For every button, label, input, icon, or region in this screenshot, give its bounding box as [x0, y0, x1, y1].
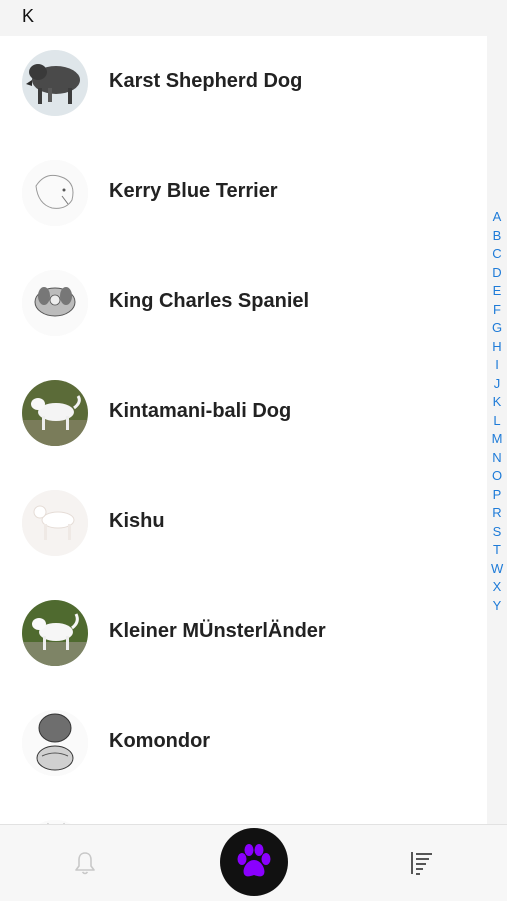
- index-letter[interactable]: S: [491, 523, 503, 541]
- index-letter[interactable]: L: [491, 412, 503, 430]
- breed-list-item[interactable]: King Charles Spaniel: [0, 261, 487, 371]
- paw-icon: [237, 844, 271, 877]
- index-letter[interactable]: Y: [491, 597, 503, 615]
- dog-sketch-icon: [22, 270, 88, 336]
- dog-sketch-icon: [22, 160, 88, 226]
- breed-list[interactable]: Karst Shepherd Dog Kerry Blue Terrier Ki…: [0, 36, 487, 824]
- bell-icon[interactable]: [74, 851, 96, 875]
- sort-icon[interactable]: [409, 850, 435, 876]
- breed-list-item[interactable]: Kerry Blue Terrier: [0, 151, 487, 261]
- index-letter[interactable]: R: [491, 504, 503, 522]
- index-letter[interactable]: E: [491, 282, 503, 300]
- index-letter[interactable]: X: [491, 578, 503, 596]
- breed-name: Kerry Blue Terrier: [109, 180, 278, 202]
- index-letter[interactable]: M: [491, 430, 503, 448]
- dog-sketch-icon: [22, 710, 88, 776]
- dog-photo-icon: [22, 490, 88, 556]
- dog-photo-icon: [22, 600, 88, 666]
- breed-list-item[interactable]: Komondor: [0, 701, 487, 811]
- index-letter[interactable]: W: [491, 560, 503, 578]
- breed-name: Komondor: [109, 730, 211, 752]
- index-letter[interactable]: I: [491, 356, 503, 374]
- index-letter[interactable]: G: [491, 319, 503, 337]
- index-letter[interactable]: H: [491, 338, 503, 356]
- breed-name: Karst Shepherd Dog: [109, 70, 303, 92]
- index-letter[interactable]: B: [491, 227, 503, 245]
- index-letter[interactable]: D: [491, 264, 503, 282]
- breed-list-item[interactable]: Kishu: [0, 481, 487, 591]
- breed-name: Kintamani-bali Dog: [109, 400, 292, 422]
- breed-list-item[interactable]: Karst Shepherd Dog: [0, 41, 487, 151]
- breed-name: Kleiner MÜnsterlÄnder: [109, 620, 326, 642]
- index-letter[interactable]: N: [491, 449, 503, 467]
- breed-list-item[interactable]: Kintamani-bali Dog: [0, 371, 487, 481]
- index-letter[interactable]: F: [491, 301, 503, 319]
- section-header: K: [0, 0, 507, 36]
- breed-name: King Charles Spaniel: [109, 290, 310, 312]
- index-letter[interactable]: J: [491, 375, 503, 393]
- index-letter[interactable]: C: [491, 245, 503, 263]
- index-letter[interactable]: A: [491, 208, 503, 226]
- dog-photo-icon: [22, 380, 88, 446]
- paw-button[interactable]: [220, 828, 288, 896]
- index-letter[interactable]: T: [491, 541, 503, 559]
- breed-list-item[interactable]: [0, 811, 487, 824]
- index-letter[interactable]: O: [491, 467, 503, 485]
- breed-list-item[interactable]: Kleiner MÜnsterlÄnder: [0, 591, 487, 701]
- index-letter[interactable]: P: [491, 486, 503, 504]
- breed-name: Kishu: [109, 510, 165, 532]
- dog-photo-icon: [22, 50, 88, 116]
- section-letter: K: [22, 6, 35, 26]
- index-letter[interactable]: K: [491, 393, 503, 411]
